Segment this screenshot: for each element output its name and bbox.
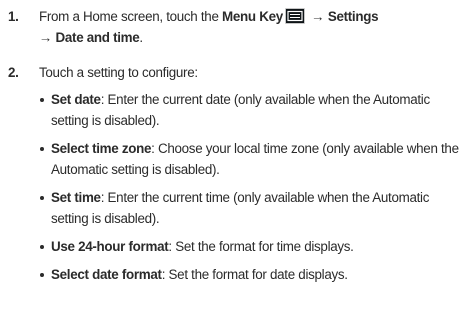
list-item-set-date: Set date: Enter the current date (only a… — [39, 89, 465, 131]
list-item-select-date-format: Select date format: Set the format for d… — [39, 264, 465, 285]
settings-list: Set date: Enter the current date (only a… — [39, 89, 465, 285]
settings-label: Settings — [327, 9, 379, 24]
step-1: 1. From a Home screen, touch the Menu Ke… — [6, 6, 465, 48]
menu-key-label: Menu Key — [222, 9, 283, 24]
bullet-icon — [40, 273, 44, 277]
step-number: 2. — [8, 65, 19, 80]
bullet-icon — [40, 196, 44, 200]
step-2: 2. Touch a setting to configure: Set dat… — [6, 62, 465, 285]
date-and-time-label: Date and time — [55, 30, 140, 45]
step-2-body: Touch a setting to configure: Set date: … — [39, 62, 465, 285]
step-number: 1. — [8, 9, 19, 24]
list-item-set-time: Set time: Enter the current time (only a… — [39, 187, 465, 229]
list-item-term: Select date format — [51, 267, 162, 282]
step-text: Touch a setting to configure: — [39, 65, 198, 80]
list-item-select-time-zone: Select time zone: Choose your local time… — [39, 138, 465, 180]
bullet-icon — [40, 147, 44, 151]
bullet-icon — [40, 98, 44, 102]
list-item-description: : Enter the current time (only available… — [51, 190, 430, 226]
list-item-description: : Enter the current date (only available… — [51, 92, 430, 128]
step-text: From a Home screen, touch the — [39, 9, 223, 24]
list-item-term: Set time — [51, 190, 101, 205]
step-text-end: . — [139, 30, 143, 45]
arrow-separator: → — [307, 9, 328, 24]
list-item-term: Select time zone — [51, 141, 152, 156]
list-item-use-24-hour-format: Use 24-hour format: Set the format for t… — [39, 236, 465, 257]
list-item-description: : Set the format for time displays. — [168, 239, 354, 254]
menu-key-icon — [284, 8, 305, 24]
step-1-text: From a Home screen, touch the Menu Key →… — [39, 6, 465, 48]
instructions-document: 1. From a Home screen, touch the Menu Ke… — [0, 0, 473, 310]
bullet-icon — [40, 245, 44, 249]
arrow-separator: → — [39, 30, 56, 45]
list-item-term: Use 24-hour format — [51, 239, 169, 254]
list-item-term: Set date — [51, 92, 101, 107]
list-item-description: : Set the format for date displays. — [161, 267, 348, 282]
